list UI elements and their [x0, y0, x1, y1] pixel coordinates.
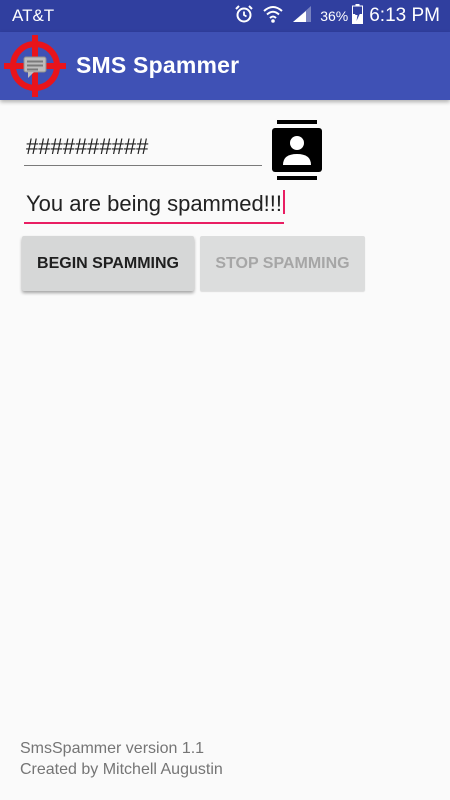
- alarm-icon: [234, 4, 254, 29]
- carrier-label: AT&T: [12, 6, 55, 25]
- clock-time: 6:13 PM: [369, 5, 440, 26]
- contact-book-icon: [270, 120, 324, 186]
- app-bar: SMS Spammer: [0, 32, 450, 100]
- battery-percent: 36%: [320, 8, 349, 24]
- app-title: SMS Spammer: [76, 52, 240, 78]
- begin-spamming-button[interactable]: BEGIN SPAMMING: [22, 236, 194, 291]
- text-cursor: [283, 190, 286, 214]
- contacts-picker-button[interactable]: [270, 118, 324, 182]
- message-text: You are being spammed!!!: [26, 191, 283, 216]
- status-bar: AT&T 36% 6:13 PM: [0, 0, 450, 32]
- app-screen: AT&T 36% 6:13 PM SMS Spammer ########## …: [0, 0, 450, 800]
- signal-icon: [292, 5, 312, 28]
- version-label: SmsSpammer version 1.1: [20, 740, 205, 757]
- status-icons: 36% 6:13 PM: [234, 3, 440, 29]
- battery-charging-icon: [352, 3, 364, 29]
- author-credit: Created by Mitchell Augustin: [20, 761, 223, 778]
- footer: SmsSpammer version 1.1 Created by Mitche…: [20, 738, 223, 780]
- phone-number-input[interactable]: [24, 132, 262, 166]
- wifi-icon: [262, 4, 284, 29]
- stop-spamming-button[interactable]: STOP SPAMMING: [200, 236, 365, 291]
- message-input[interactable]: You are being spammed!!!: [24, 190, 286, 224]
- crosshair-logo-icon: [4, 35, 66, 97]
